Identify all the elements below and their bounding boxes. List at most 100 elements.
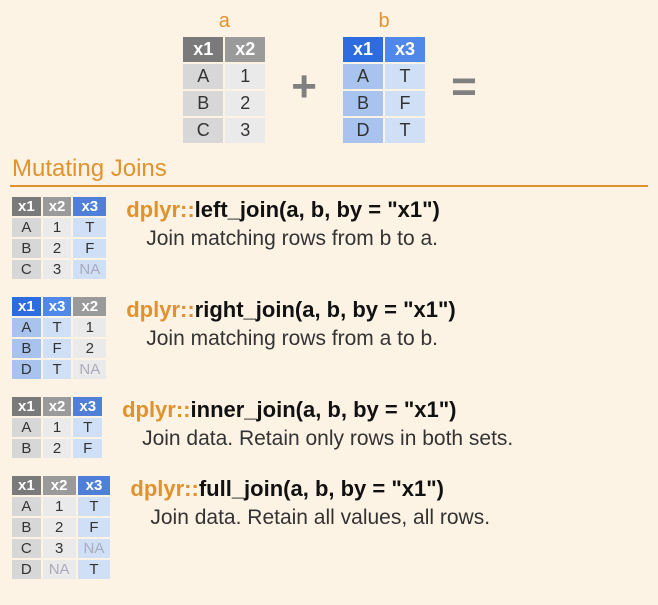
cell: F [73,439,102,458]
join-text: dplyr::left_join(a, b, by = "x1")Join ma… [126,195,440,251]
function-signature: dplyr::left_join(a, b, by = "x1") [126,197,440,223]
table-row: B2F [12,239,106,258]
cell: 1 [43,218,72,237]
col-header: x3 [385,37,425,62]
table-a: x1x2A1B2C3 [181,35,267,145]
table-row: BF2 [12,339,106,358]
plus-operator: + [291,47,317,109]
cell: 2 [225,91,265,116]
cell: F [385,91,425,116]
cell: A [343,64,383,89]
package-prefix: dplyr:: [130,476,198,501]
function-description: Join data. Retain only rows in both sets… [122,427,513,451]
cell: 2 [43,239,72,258]
cell: A [12,497,41,516]
table-b: x1x3ATBFDT [341,35,427,145]
cell: B [12,518,41,537]
table-row: A1T [12,418,102,437]
col-header: x3 [73,397,102,416]
function-description: Join matching rows from a to b. [126,327,456,351]
col-header: x3 [73,197,106,216]
cell: 1 [73,318,106,337]
cell: T [73,218,106,237]
result-table-inner: x1x2x3A1TB2F [10,395,104,460]
cell: 2 [73,339,106,358]
cell: T [385,118,425,143]
cell: A [12,218,41,237]
cell: T [43,360,72,379]
table-row: C3 [183,118,265,143]
joins-list: x1x2x3A1TB2FC3NAdplyr::left_join(a, b, b… [10,195,648,581]
cell: 1 [43,497,76,516]
join-text: dplyr::full_join(a, b, by = "x1")Join da… [130,474,490,530]
table-row: A1T [12,497,110,516]
join-left: x1x2x3A1TB2FC3NAdplyr::left_join(a, b, b… [10,195,648,281]
function-call: right_join(a, b, by = "x1") [195,297,456,322]
col-header: x2 [43,476,76,495]
cell: 3 [43,260,72,279]
result-table-left: x1x2x3A1TB2FC3NA [10,195,108,281]
cell: D [343,118,383,143]
table-a-column: a x1x2A1B2C3 [181,10,267,145]
cell: 3 [225,118,265,143]
cell: NA [43,560,76,579]
result-table: x1x2x3A1TB2F [10,395,104,460]
cell: A [12,418,41,437]
result-table: x1x2x3A1TB2FC3NADNAT [10,474,112,581]
cell: C [12,539,41,558]
label-a: a [219,10,230,33]
col-header: x1 [183,37,223,62]
cell: B [12,339,41,358]
cell: T [78,560,111,579]
cell: C [183,118,223,143]
function-call: inner_join(a, b, by = "x1") [191,397,457,422]
result-table: x1x2x3A1TB2FC3NA [10,195,108,281]
function-signature: dplyr::full_join(a, b, by = "x1") [130,476,490,502]
cell: D [12,360,41,379]
cell: B [183,91,223,116]
table-row: A1 [183,64,265,89]
function-call: left_join(a, b, by = "x1") [195,197,440,222]
table-row: AT [343,64,425,89]
function-description: Join matching rows from b to a. [126,227,440,251]
cell: B [12,439,41,458]
table-row: C3NA [12,260,106,279]
result-table-right: x1x3x2AT1BF2DTNA [10,295,108,381]
package-prefix: dplyr:: [122,397,190,422]
function-call: full_join(a, b, by = "x1") [199,476,444,501]
cell: 1 [43,418,72,437]
table-row: A1T [12,218,106,237]
col-header: x2 [73,297,106,316]
cell: T [385,64,425,89]
package-prefix: dplyr:: [126,297,194,322]
section-divider [10,185,648,187]
cell: B [343,91,383,116]
table-row: DTNA [12,360,106,379]
join-text: dplyr::inner_join(a, b, by = "x1")Join d… [122,395,513,451]
table-row: B2F [12,439,102,458]
cell: F [73,239,106,258]
col-header: x3 [78,476,111,495]
result-table-full: x1x2x3A1TB2FC3NADNAT [10,474,112,581]
table-row: BF [343,91,425,116]
table-row: B2F [12,518,110,537]
package-prefix: dplyr:: [126,197,194,222]
join-text: dplyr::right_join(a, b, by = "x1")Join m… [126,295,456,351]
join-diagram: a x1x2A1B2C3 + b x1x3ATBFDT = [10,6,648,151]
cell: 3 [43,539,76,558]
cell: D [12,560,41,579]
equals-operator: = [451,47,477,109]
col-header: x2 [225,37,265,62]
col-header: x1 [12,197,41,216]
table-row: B2 [183,91,265,116]
cell: NA [78,539,111,558]
col-header: x3 [43,297,72,316]
table-row: DNAT [12,560,110,579]
section-title: Mutating Joins [12,155,648,183]
cell: F [43,339,72,358]
cell: F [78,518,111,537]
col-header: x1 [343,37,383,62]
join-full: x1x2x3A1TB2FC3NADNATdplyr::full_join(a, … [10,474,648,581]
join-right: x1x3x2AT1BF2DTNAdplyr::right_join(a, b, … [10,295,648,381]
cell: B [12,239,41,258]
